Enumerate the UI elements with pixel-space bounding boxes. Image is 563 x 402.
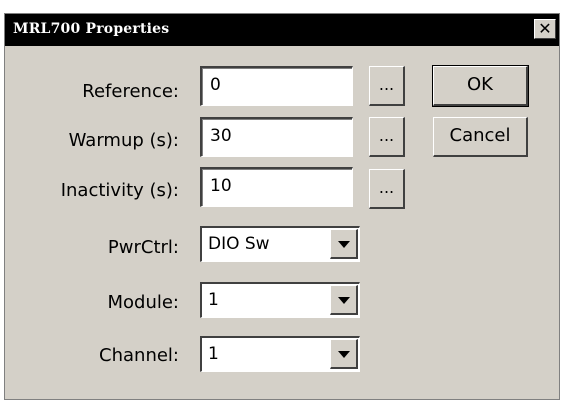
pwrctrl-label: PwrCtrl:	[107, 237, 179, 258]
window-title: MRL700 Properties	[13, 21, 170, 37]
reference-label: Reference:	[82, 81, 179, 102]
cancel-button[interactable]: Cancel	[433, 117, 528, 157]
channel-dropdown[interactable]: 1	[200, 336, 360, 372]
channel-label: Channel:	[99, 345, 179, 366]
dropdown-arrow-icon[interactable]	[330, 339, 358, 369]
reference-input[interactable]: 0	[200, 66, 353, 106]
pwrctrl-dropdown[interactable]: DIO Sw	[200, 226, 360, 262]
inactivity-input[interactable]: 10	[200, 167, 353, 207]
warmup-browse-button[interactable]: ...	[369, 117, 405, 157]
module-dropdown[interactable]: 1	[200, 282, 360, 318]
pwrctrl-value: DIO Sw	[208, 234, 270, 254]
warmup-label: Warmup (s):	[68, 130, 179, 151]
title-bar[interactable]: MRL700 Properties ✕	[5, 14, 559, 46]
close-button[interactable]: ✕	[534, 19, 556, 39]
module-value: 1	[208, 290, 219, 310]
reference-browse-button[interactable]: ...	[369, 66, 405, 106]
close-icon: ✕	[538, 19, 552, 38]
ok-button[interactable]: OK	[432, 65, 529, 107]
warmup-input[interactable]: 30	[200, 117, 353, 157]
dropdown-arrow-icon[interactable]	[330, 229, 358, 259]
channel-value: 1	[208, 344, 219, 364]
inactivity-label: Inactivity (s):	[60, 180, 179, 201]
properties-dialog: MRL700 Properties ✕ Reference: 0 ... OK …	[4, 13, 560, 400]
dropdown-arrow-icon[interactable]	[330, 285, 358, 315]
module-label: Module:	[107, 292, 179, 313]
inactivity-browse-button[interactable]: ...	[369, 169, 405, 209]
